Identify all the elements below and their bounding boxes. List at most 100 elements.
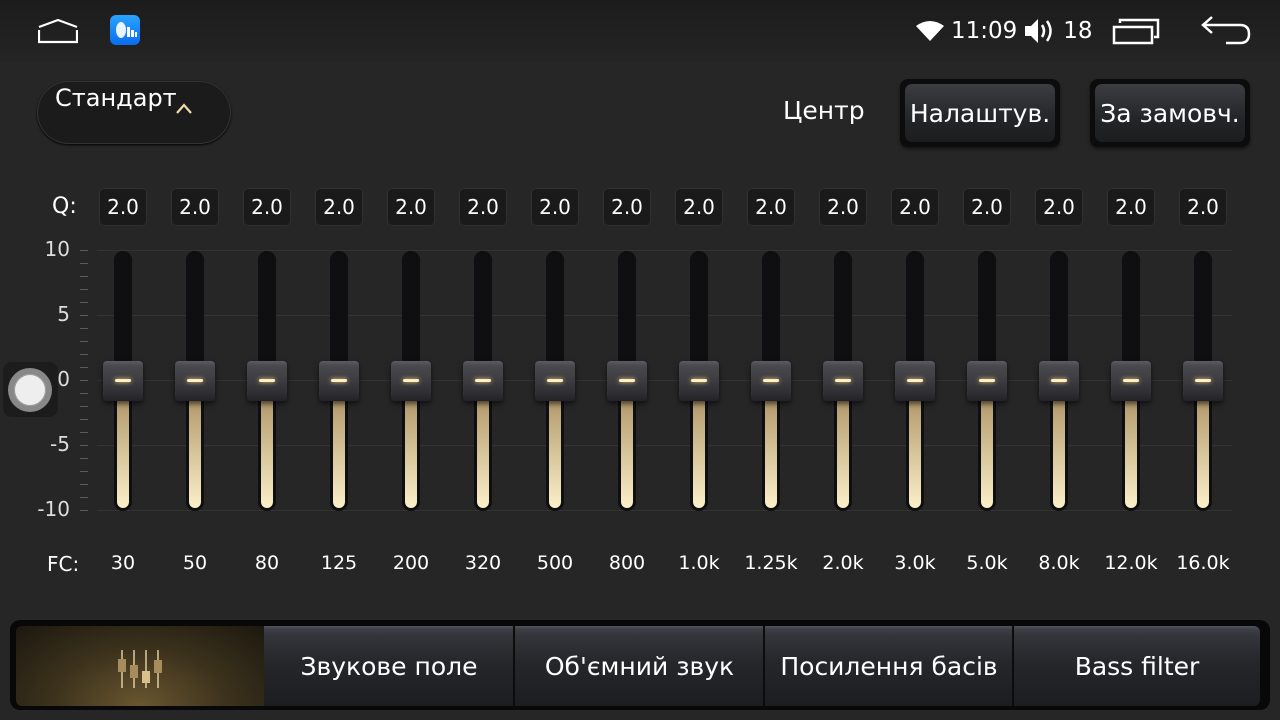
knob-indicator	[403, 379, 419, 382]
recents-icon[interactable]	[1112, 17, 1162, 45]
frequency-label: 80	[254, 552, 280, 574]
frequency-label: 12.0k	[1104, 552, 1158, 574]
y-axis-tick	[80, 432, 88, 433]
frequency-label: 1.25k	[744, 552, 798, 574]
frequency-label: 125	[320, 552, 358, 574]
fc-label: FC:	[47, 552, 80, 576]
equalizer-app-icon[interactable]	[110, 15, 140, 45]
q-value-box[interactable]: 2.0	[1179, 188, 1227, 226]
band-slider-knob[interactable]	[967, 361, 1007, 401]
q-value-box[interactable]: 2.0	[675, 188, 723, 226]
settings-button-label: Налаштув.	[905, 84, 1055, 142]
band-slider-fill	[333, 384, 345, 508]
tab-surround-sound[interactable]: Об'ємний звук	[515, 626, 764, 706]
status-indicators: 11:09 18	[915, 14, 1093, 48]
floating-button[interactable]	[3, 362, 58, 417]
band-slider-knob[interactable]	[751, 361, 791, 401]
equalizer-sliders-icon	[118, 650, 162, 688]
y-axis-tick	[80, 393, 88, 394]
tab-label: Bass filter	[1074, 651, 1200, 681]
band-slider-knob[interactable]	[1039, 361, 1079, 401]
y-axis-label: -10	[37, 497, 70, 521]
band-slider-fill	[621, 384, 633, 508]
band-slider-knob[interactable]	[319, 361, 359, 401]
band-slider-knob[interactable]	[391, 361, 431, 401]
preset-selector[interactable]: Стандарт	[37, 81, 231, 144]
q-value-box[interactable]: 2.0	[747, 188, 795, 226]
band-slider-fill	[1125, 384, 1137, 508]
knob-indicator	[1051, 379, 1067, 382]
q-value-box[interactable]: 2.0	[243, 188, 291, 226]
floating-button-dot	[14, 374, 46, 406]
y-axis-tick	[80, 445, 88, 446]
frequency-label: 800	[608, 552, 646, 574]
band-slider-fill	[909, 384, 921, 508]
y-axis-tick	[80, 354, 88, 355]
home-icon[interactable]	[38, 18, 78, 44]
frequency-label: 50	[182, 552, 208, 574]
y-axis-tick	[80, 302, 88, 303]
y-axis-tick	[80, 328, 88, 329]
back-icon[interactable]	[1200, 14, 1252, 46]
q-value-box[interactable]: 2.0	[315, 188, 363, 226]
knob-indicator	[835, 379, 851, 382]
floating-button-icon	[8, 368, 52, 412]
q-value-box[interactable]: 2.0	[531, 188, 579, 226]
chevron-up-icon	[176, 103, 192, 114]
tab-bass-boost[interactable]: Посилення басів	[765, 626, 1013, 706]
frequency-label: 2.0k	[822, 552, 864, 574]
y-axis-tick	[80, 510, 88, 511]
frequency-label: 200	[392, 552, 430, 574]
knob-indicator	[1123, 379, 1139, 382]
q-value-box[interactable]: 2.0	[387, 188, 435, 226]
knob-indicator	[907, 379, 923, 382]
knob-indicator	[475, 379, 491, 382]
knob-indicator	[115, 379, 131, 382]
band-slider-knob[interactable]	[463, 361, 503, 401]
y-axis-tick	[80, 263, 88, 264]
y-axis-tick	[80, 497, 88, 498]
y-axis-tick	[80, 367, 88, 368]
band-slider-knob[interactable]	[103, 361, 143, 401]
speaker-bars-icon	[116, 22, 137, 38]
band-slider-knob[interactable]	[175, 361, 215, 401]
band-slider-knob[interactable]	[1183, 361, 1223, 401]
frequency-label: 1.0k	[678, 552, 720, 574]
q-value-box[interactable]: 2.0	[1035, 188, 1083, 226]
band-slider-fill	[981, 384, 993, 508]
q-value-box[interactable]: 2.0	[1107, 188, 1155, 226]
frequency-label: 16.0k	[1176, 552, 1230, 574]
knob-indicator	[763, 379, 779, 382]
q-value-box[interactable]: 2.0	[819, 188, 867, 226]
band-slider-fill	[261, 384, 273, 508]
tab-label: Звукове поле	[300, 651, 478, 681]
reset-default-button[interactable]: За замовч.	[1090, 79, 1250, 147]
band-slider-knob[interactable]	[247, 361, 287, 401]
y-axis-tick	[80, 380, 88, 381]
q-value-box[interactable]: 2.0	[171, 188, 219, 226]
tab-sound-field[interactable]: Звукове поле	[264, 626, 514, 706]
q-value-box[interactable]: 2.0	[99, 188, 147, 226]
band-slider-knob[interactable]	[679, 361, 719, 401]
band-slider-fill	[693, 384, 705, 508]
q-value-box[interactable]: 2.0	[459, 188, 507, 226]
knob-indicator	[259, 379, 275, 382]
y-axis-tick	[80, 419, 88, 420]
y-axis-tick	[80, 406, 88, 407]
settings-button[interactable]: Налаштув.	[900, 79, 1060, 147]
band-slider-knob[interactable]	[607, 361, 647, 401]
band-slider-knob[interactable]	[1111, 361, 1151, 401]
q-value-box[interactable]: 2.0	[891, 188, 939, 226]
q-value-box[interactable]: 2.0	[603, 188, 651, 226]
q-label: Q:	[52, 194, 77, 219]
tab-bass-filter[interactable]: Bass filter	[1014, 626, 1260, 706]
y-axis-tick	[80, 289, 88, 290]
tab-equalizer[interactable]	[16, 626, 264, 706]
band-slider-knob[interactable]	[895, 361, 935, 401]
listening-position-label: Центр	[783, 96, 865, 125]
q-value-box[interactable]: 2.0	[963, 188, 1011, 226]
band-slider-knob[interactable]	[535, 361, 575, 401]
y-axis-label: 10	[44, 237, 70, 261]
band-slider-knob[interactable]	[823, 361, 863, 401]
y-axis-tick	[80, 315, 88, 316]
